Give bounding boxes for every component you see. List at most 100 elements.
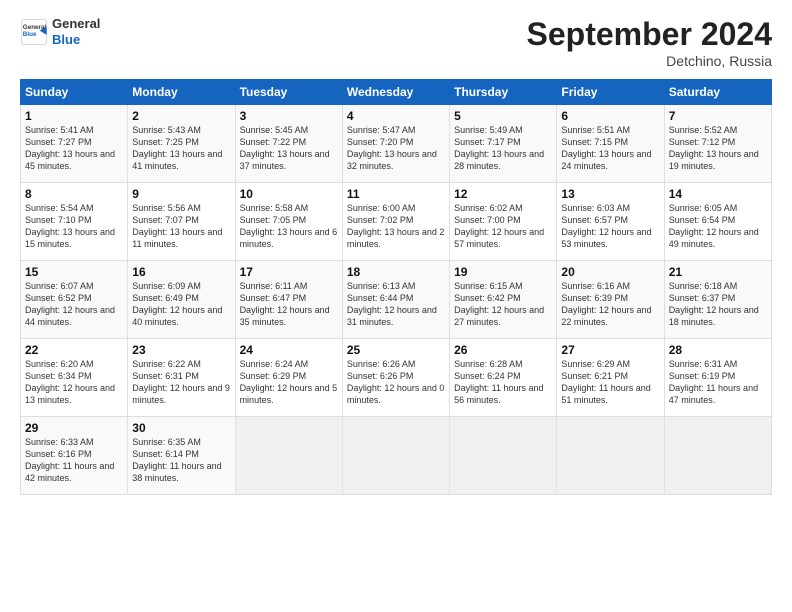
day-number: 22	[25, 343, 123, 357]
day-info: Sunrise: 5:52 AMSunset: 7:12 PMDaylight:…	[669, 124, 767, 173]
day-info: Sunrise: 6:05 AMSunset: 6:54 PMDaylight:…	[669, 202, 767, 251]
day-cell: 10Sunrise: 5:58 AMSunset: 7:05 PMDayligh…	[235, 183, 342, 261]
day-info: Sunrise: 6:18 AMSunset: 6:37 PMDaylight:…	[669, 280, 767, 329]
header-row: Sunday Monday Tuesday Wednesday Thursday…	[21, 80, 772, 105]
calendar-page: General Blue General Blue September 2024…	[0, 0, 792, 612]
day-cell: 20Sunrise: 6:16 AMSunset: 6:39 PMDayligh…	[557, 261, 664, 339]
day-cell: 24Sunrise: 6:24 AMSunset: 6:29 PMDayligh…	[235, 339, 342, 417]
day-info: Sunrise: 5:47 AMSunset: 7:20 PMDaylight:…	[347, 124, 445, 173]
day-cell: 9Sunrise: 5:56 AMSunset: 7:07 PMDaylight…	[128, 183, 235, 261]
day-cell: 6Sunrise: 5:51 AMSunset: 7:15 PMDaylight…	[557, 105, 664, 183]
day-number: 14	[669, 187, 767, 201]
day-cell: 8Sunrise: 5:54 AMSunset: 7:10 PMDaylight…	[21, 183, 128, 261]
day-cell: 4Sunrise: 5:47 AMSunset: 7:20 PMDaylight…	[342, 105, 449, 183]
day-info: Sunrise: 6:13 AMSunset: 6:44 PMDaylight:…	[347, 280, 445, 329]
week-row: 1Sunrise: 5:41 AMSunset: 7:27 PMDaylight…	[21, 105, 772, 183]
day-number: 20	[561, 265, 659, 279]
week-row: 15Sunrise: 6:07 AMSunset: 6:52 PMDayligh…	[21, 261, 772, 339]
day-number: 10	[240, 187, 338, 201]
day-cell: 3Sunrise: 5:45 AMSunset: 7:22 PMDaylight…	[235, 105, 342, 183]
day-cell: 2Sunrise: 5:43 AMSunset: 7:25 PMDaylight…	[128, 105, 235, 183]
day-cell	[235, 417, 342, 495]
day-cell: 7Sunrise: 5:52 AMSunset: 7:12 PMDaylight…	[664, 105, 771, 183]
day-number: 26	[454, 343, 552, 357]
day-cell: 12Sunrise: 6:02 AMSunset: 7:00 PMDayligh…	[450, 183, 557, 261]
day-number: 6	[561, 109, 659, 123]
calendar-table: Sunday Monday Tuesday Wednesday Thursday…	[20, 79, 772, 495]
day-cell: 5Sunrise: 5:49 AMSunset: 7:17 PMDaylight…	[450, 105, 557, 183]
day-number: 24	[240, 343, 338, 357]
day-cell: 30Sunrise: 6:35 AMSunset: 6:14 PMDayligh…	[128, 417, 235, 495]
day-cell	[557, 417, 664, 495]
day-cell: 29Sunrise: 6:33 AMSunset: 6:16 PMDayligh…	[21, 417, 128, 495]
day-info: Sunrise: 6:26 AMSunset: 6:26 PMDaylight:…	[347, 358, 445, 407]
day-number: 3	[240, 109, 338, 123]
day-cell: 25Sunrise: 6:26 AMSunset: 6:26 PMDayligh…	[342, 339, 449, 417]
day-info: Sunrise: 5:43 AMSunset: 7:25 PMDaylight:…	[132, 124, 230, 173]
day-number: 7	[669, 109, 767, 123]
day-info: Sunrise: 6:16 AMSunset: 6:39 PMDaylight:…	[561, 280, 659, 329]
day-cell: 18Sunrise: 6:13 AMSunset: 6:44 PMDayligh…	[342, 261, 449, 339]
day-number: 12	[454, 187, 552, 201]
col-saturday: Saturday	[664, 80, 771, 105]
day-info: Sunrise: 6:28 AMSunset: 6:24 PMDaylight:…	[454, 358, 552, 407]
day-cell: 23Sunrise: 6:22 AMSunset: 6:31 PMDayligh…	[128, 339, 235, 417]
logo: General Blue General Blue	[20, 16, 100, 47]
day-cell	[450, 417, 557, 495]
day-number: 8	[25, 187, 123, 201]
col-sunday: Sunday	[21, 80, 128, 105]
day-number: 13	[561, 187, 659, 201]
day-number: 23	[132, 343, 230, 357]
day-number: 5	[454, 109, 552, 123]
day-info: Sunrise: 6:03 AMSunset: 6:57 PMDaylight:…	[561, 202, 659, 251]
col-friday: Friday	[557, 80, 664, 105]
day-number: 18	[347, 265, 445, 279]
day-number: 17	[240, 265, 338, 279]
day-info: Sunrise: 5:58 AMSunset: 7:05 PMDaylight:…	[240, 202, 338, 251]
day-info: Sunrise: 6:11 AMSunset: 6:47 PMDaylight:…	[240, 280, 338, 329]
day-info: Sunrise: 6:33 AMSunset: 6:16 PMDaylight:…	[25, 436, 123, 485]
day-number: 15	[25, 265, 123, 279]
day-cell: 14Sunrise: 6:05 AMSunset: 6:54 PMDayligh…	[664, 183, 771, 261]
day-info: Sunrise: 5:45 AMSunset: 7:22 PMDaylight:…	[240, 124, 338, 173]
day-number: 19	[454, 265, 552, 279]
logo-blue: Blue	[52, 32, 100, 48]
day-number: 4	[347, 109, 445, 123]
week-row: 8Sunrise: 5:54 AMSunset: 7:10 PMDaylight…	[21, 183, 772, 261]
day-info: Sunrise: 5:56 AMSunset: 7:07 PMDaylight:…	[132, 202, 230, 251]
logo-general: General	[52, 16, 100, 32]
day-number: 9	[132, 187, 230, 201]
day-number: 25	[347, 343, 445, 357]
day-info: Sunrise: 6:15 AMSunset: 6:42 PMDaylight:…	[454, 280, 552, 329]
day-number: 29	[25, 421, 123, 435]
title-area: September 2024 Detchino, Russia	[527, 16, 772, 69]
col-tuesday: Tuesday	[235, 80, 342, 105]
day-info: Sunrise: 6:20 AMSunset: 6:34 PMDaylight:…	[25, 358, 123, 407]
day-info: Sunrise: 6:29 AMSunset: 6:21 PMDaylight:…	[561, 358, 659, 407]
day-info: Sunrise: 5:54 AMSunset: 7:10 PMDaylight:…	[25, 202, 123, 251]
col-wednesday: Wednesday	[342, 80, 449, 105]
day-info: Sunrise: 5:51 AMSunset: 7:15 PMDaylight:…	[561, 124, 659, 173]
day-number: 28	[669, 343, 767, 357]
header: General Blue General Blue September 2024…	[20, 16, 772, 69]
day-cell: 17Sunrise: 6:11 AMSunset: 6:47 PMDayligh…	[235, 261, 342, 339]
day-cell	[342, 417, 449, 495]
day-info: Sunrise: 6:35 AMSunset: 6:14 PMDaylight:…	[132, 436, 230, 485]
day-cell: 27Sunrise: 6:29 AMSunset: 6:21 PMDayligh…	[557, 339, 664, 417]
day-cell: 28Sunrise: 6:31 AMSunset: 6:19 PMDayligh…	[664, 339, 771, 417]
day-number: 1	[25, 109, 123, 123]
day-cell	[664, 417, 771, 495]
week-row: 22Sunrise: 6:20 AMSunset: 6:34 PMDayligh…	[21, 339, 772, 417]
day-info: Sunrise: 6:22 AMSunset: 6:31 PMDaylight:…	[132, 358, 230, 407]
day-cell: 11Sunrise: 6:00 AMSunset: 7:02 PMDayligh…	[342, 183, 449, 261]
day-info: Sunrise: 6:00 AMSunset: 7:02 PMDaylight:…	[347, 202, 445, 251]
col-thursday: Thursday	[450, 80, 557, 105]
week-row: 29Sunrise: 6:33 AMSunset: 6:16 PMDayligh…	[21, 417, 772, 495]
day-info: Sunrise: 5:49 AMSunset: 7:17 PMDaylight:…	[454, 124, 552, 173]
day-number: 21	[669, 265, 767, 279]
day-number: 16	[132, 265, 230, 279]
day-info: Sunrise: 6:31 AMSunset: 6:19 PMDaylight:…	[669, 358, 767, 407]
svg-text:Blue: Blue	[23, 31, 37, 38]
day-cell: 19Sunrise: 6:15 AMSunset: 6:42 PMDayligh…	[450, 261, 557, 339]
day-cell: 22Sunrise: 6:20 AMSunset: 6:34 PMDayligh…	[21, 339, 128, 417]
